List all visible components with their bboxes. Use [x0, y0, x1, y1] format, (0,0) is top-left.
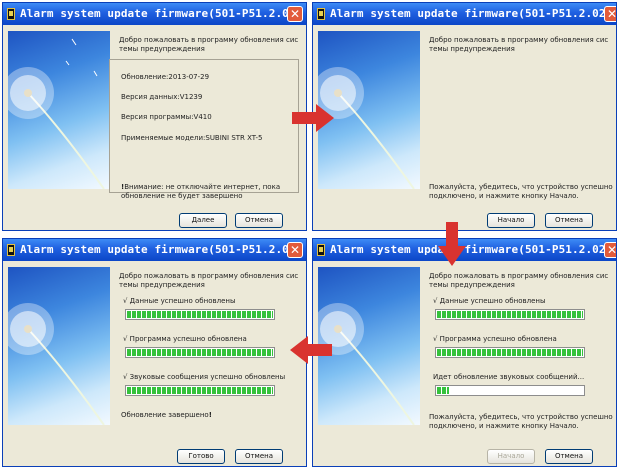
wizard-window-info: Alarm system update firmware(501-P51.2.0… — [2, 2, 307, 231]
cancel-button[interactable]: Отмена — [235, 213, 283, 228]
alarm-app-icon — [317, 244, 325, 256]
welcome-text: Добро пожаловать в программу обновления … — [429, 272, 609, 289]
warning-message: Внимание: не отключайте интернет, пока о… — [121, 183, 281, 200]
program-updated-status: √ Программа успешно обновлена — [433, 335, 557, 343]
update-date: Обновление:2013-07-29 — [121, 73, 210, 81]
alarm-app-icon — [7, 244, 15, 256]
data-version: Версия данных:V1239 — [121, 93, 203, 101]
cancel-button[interactable]: Отмена — [545, 449, 593, 464]
title-bar[interactable]: Alarm system update firmware(501-P51.2.0… — [313, 3, 616, 25]
window-title: Alarm system update firmware(501-P51.2.0… — [20, 7, 303, 20]
supported-models: Применяемые модели:SUBINI STR XT-5 — [121, 134, 263, 142]
cancel-button[interactable]: Отмена — [235, 449, 283, 464]
data-updated-status: √ Данные успешно обновлены — [123, 297, 236, 305]
close-icon[interactable]: ✕ — [604, 6, 616, 22]
data-progress-bar — [125, 309, 275, 320]
voice-updating-status: Идет обновление звуковых сообщений... — [433, 373, 585, 381]
dandelion-picture — [318, 267, 420, 425]
program-version: Версия программы:V410 — [121, 113, 212, 121]
close-icon[interactable]: ✕ — [287, 6, 303, 22]
complete-text: Обновление завершено — [121, 411, 209, 419]
dandelion-picture — [8, 31, 110, 189]
program-progress-bar — [435, 347, 585, 358]
dandelion-picture — [8, 267, 110, 425]
connect-note: Пожалуйста, убедитесь, что устройство ус… — [429, 183, 613, 200]
red-arrow-down — [438, 222, 466, 266]
next-button[interactable]: Далее — [179, 213, 227, 228]
red-arrow-right — [292, 104, 334, 132]
program-progress-bar — [125, 347, 275, 358]
red-arrow-left — [290, 336, 332, 364]
warning-text: !Внимание: не отключайте интернет, пока … — [121, 183, 296, 201]
voice-updated-status: √ Звуковые сообщения успешно обновлены — [123, 373, 286, 381]
window-title: Alarm system update firmware(501-P51.2.0… — [330, 243, 613, 256]
welcome-text: Добро пожаловать в программу обновления … — [119, 272, 299, 289]
welcome-text: Добро пожаловать в программу обновления … — [429, 36, 609, 53]
voice-progress-bar — [435, 385, 585, 396]
data-updated-status: √ Данные успешно обновлены — [433, 297, 546, 305]
cancel-button[interactable]: Отмена — [545, 213, 593, 228]
alarm-app-icon — [317, 8, 325, 20]
title-bar[interactable]: Alarm system update firmware(501-P51.2.0… — [3, 3, 306, 25]
welcome-text: Добро пожаловать в программу обновления … — [119, 36, 299, 53]
program-updated-status: √ Программа успешно обновлена — [123, 335, 247, 343]
connect-note: Пожалуйста, убедитесь, что устройство ус… — [429, 413, 613, 430]
start-button[interactable]: Начало — [487, 213, 535, 228]
window-title: Alarm system update firmware(501-P51.2.0… — [330, 7, 613, 20]
alarm-app-icon — [7, 8, 15, 20]
voice-progress-bar — [125, 385, 275, 396]
wizard-window-updating: Alarm system update firmware(501-P51.2.0… — [312, 238, 617, 467]
complete-mark: ! — [208, 411, 212, 419]
wizard-window-complete: Alarm system update firmware(501-P51.2.0… — [2, 238, 307, 467]
title-bar[interactable]: Alarm system update firmware(501-P51.2.0… — [3, 239, 306, 261]
close-icon[interactable]: ✕ — [287, 242, 303, 258]
complete-status: Обновление завершено! — [121, 411, 212, 419]
close-icon[interactable]: ✕ — [604, 242, 616, 258]
done-button[interactable]: Готово — [177, 449, 225, 464]
window-title: Alarm system update firmware(501-P51.2.0… — [20, 243, 303, 256]
wizard-window-start: Alarm system update firmware(501-P51.2.0… — [312, 2, 617, 231]
start-button[interactable]: Начало — [487, 449, 535, 464]
data-progress-bar — [435, 309, 585, 320]
